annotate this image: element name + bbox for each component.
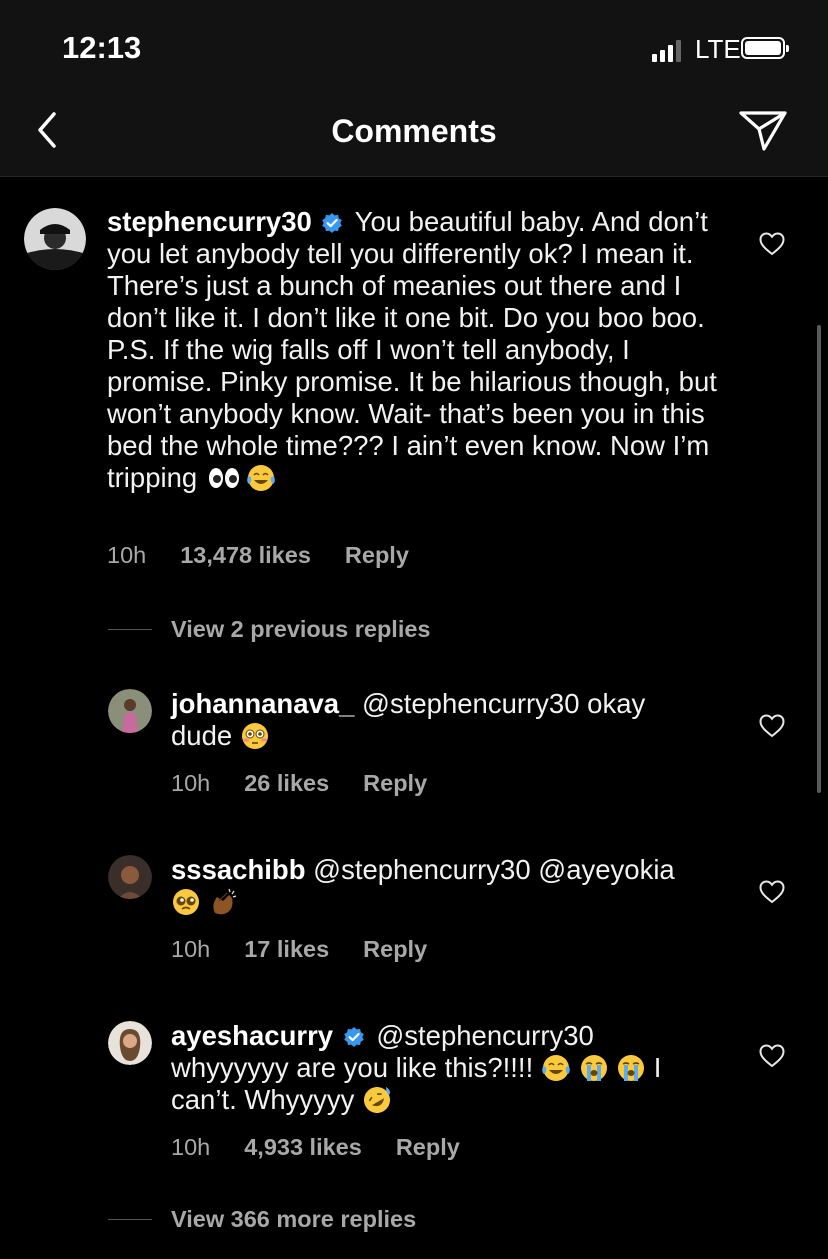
signal-icon — [652, 38, 681, 62]
flushed-emoji-icon — [241, 723, 268, 749]
comment-item: stephencurry30 You beautiful baby. And d… — [0, 176, 828, 586]
pleading-emoji-icon — [173, 889, 199, 915]
like-heart-icon[interactable] — [759, 1044, 785, 1068]
username-link[interactable]: sssachibb — [171, 854, 306, 885]
reply-button[interactable]: Reply — [363, 936, 427, 963]
divider-line — [108, 1219, 152, 1220]
comment-text: @stephencurry30 @ayeyokia — [313, 854, 675, 885]
likes-count[interactable]: 13,478 likes — [180, 542, 311, 569]
comment-meta: 10h 17 likes Reply — [171, 936, 461, 963]
joy-emoji-icon — [247, 465, 276, 491]
username-link[interactable]: ayeshacurry — [171, 1020, 333, 1051]
comment-timestamp: 10h — [171, 770, 211, 796]
likes-count[interactable]: 17 likes — [244, 936, 329, 963]
reply-item: johannanava_ @stephencurry30 okay dude 1… — [0, 680, 828, 810]
network-label: LTE — [695, 34, 741, 64]
comment-timestamp: 10h — [171, 1134, 211, 1160]
reply-button[interactable]: Reply — [345, 542, 409, 569]
sob-emoji-icon — [580, 1055, 607, 1081]
verified-badge-icon — [321, 212, 343, 234]
comment-body: johannanava_ @stephencurry30 okay dude — [171, 688, 711, 752]
avatar[interactable] — [108, 1021, 152, 1065]
view-more-replies-button[interactable]: View 366 more replies — [108, 1206, 416, 1233]
direct-send-icon[interactable] — [738, 108, 788, 154]
reply-item: sssachibb @stephencurry30 @ayeyokia 10h … — [0, 846, 828, 976]
divider-line — [108, 629, 152, 630]
like-heart-icon[interactable] — [759, 232, 785, 256]
clapping-hands-emoji-icon — [213, 888, 236, 915]
comment-body: ayeshacurry @stephencurry30 whyyyyyy are… — [171, 1020, 711, 1116]
eyes-emoji-icon — [208, 468, 239, 488]
verified-badge-icon — [343, 1026, 365, 1048]
likes-count[interactable]: 26 likes — [244, 770, 329, 797]
username-link[interactable]: stephencurry30 — [107, 206, 312, 237]
status-bar: 12:13 LTE — [0, 0, 828, 100]
avatar[interactable] — [108, 689, 152, 733]
like-heart-icon[interactable] — [759, 880, 785, 904]
rofl-emoji-icon — [364, 1087, 391, 1113]
comment-text: You beautiful baby. And don’t you let an… — [107, 206, 717, 493]
nav-bar: Comments — [0, 100, 828, 177]
like-heart-icon[interactable] — [759, 714, 785, 738]
comment-timestamp: 10h — [107, 542, 147, 568]
comment-meta: 10h 4,933 likes Reply — [171, 1134, 494, 1161]
avatar[interactable] — [24, 208, 86, 270]
status-time: 12:13 — [62, 30, 142, 65]
username-link[interactable]: johannanava_ — [171, 688, 354, 719]
comment-timestamp: 10h — [171, 936, 211, 962]
reply-item: ayeshacurry @stephencurry30 whyyyyyy are… — [0, 1012, 828, 1182]
page-title: Comments — [331, 113, 497, 149]
comment-meta: 10h 26 likes Reply — [171, 770, 461, 797]
scrollbar[interactable] — [817, 325, 821, 793]
comment-body: stephencurry30 You beautiful baby. And d… — [107, 206, 727, 494]
avatar[interactable] — [108, 855, 152, 899]
view-previous-label: View 2 previous replies — [171, 616, 431, 642]
sob-emoji-icon — [618, 1055, 645, 1081]
comment-body: sssachibb @stephencurry30 @ayeyokia — [171, 854, 711, 918]
comment-meta: 10h 13,478 likes Reply — [107, 542, 443, 569]
joy-emoji-icon — [542, 1055, 570, 1081]
battery-icon — [741, 37, 789, 59]
view-previous-replies-button[interactable]: View 2 previous replies — [108, 616, 431, 643]
view-more-label: View 366 more replies — [171, 1206, 417, 1232]
reply-button[interactable]: Reply — [363, 770, 427, 797]
likes-count[interactable]: 4,933 likes — [244, 1134, 362, 1161]
reply-button[interactable]: Reply — [396, 1134, 460, 1161]
